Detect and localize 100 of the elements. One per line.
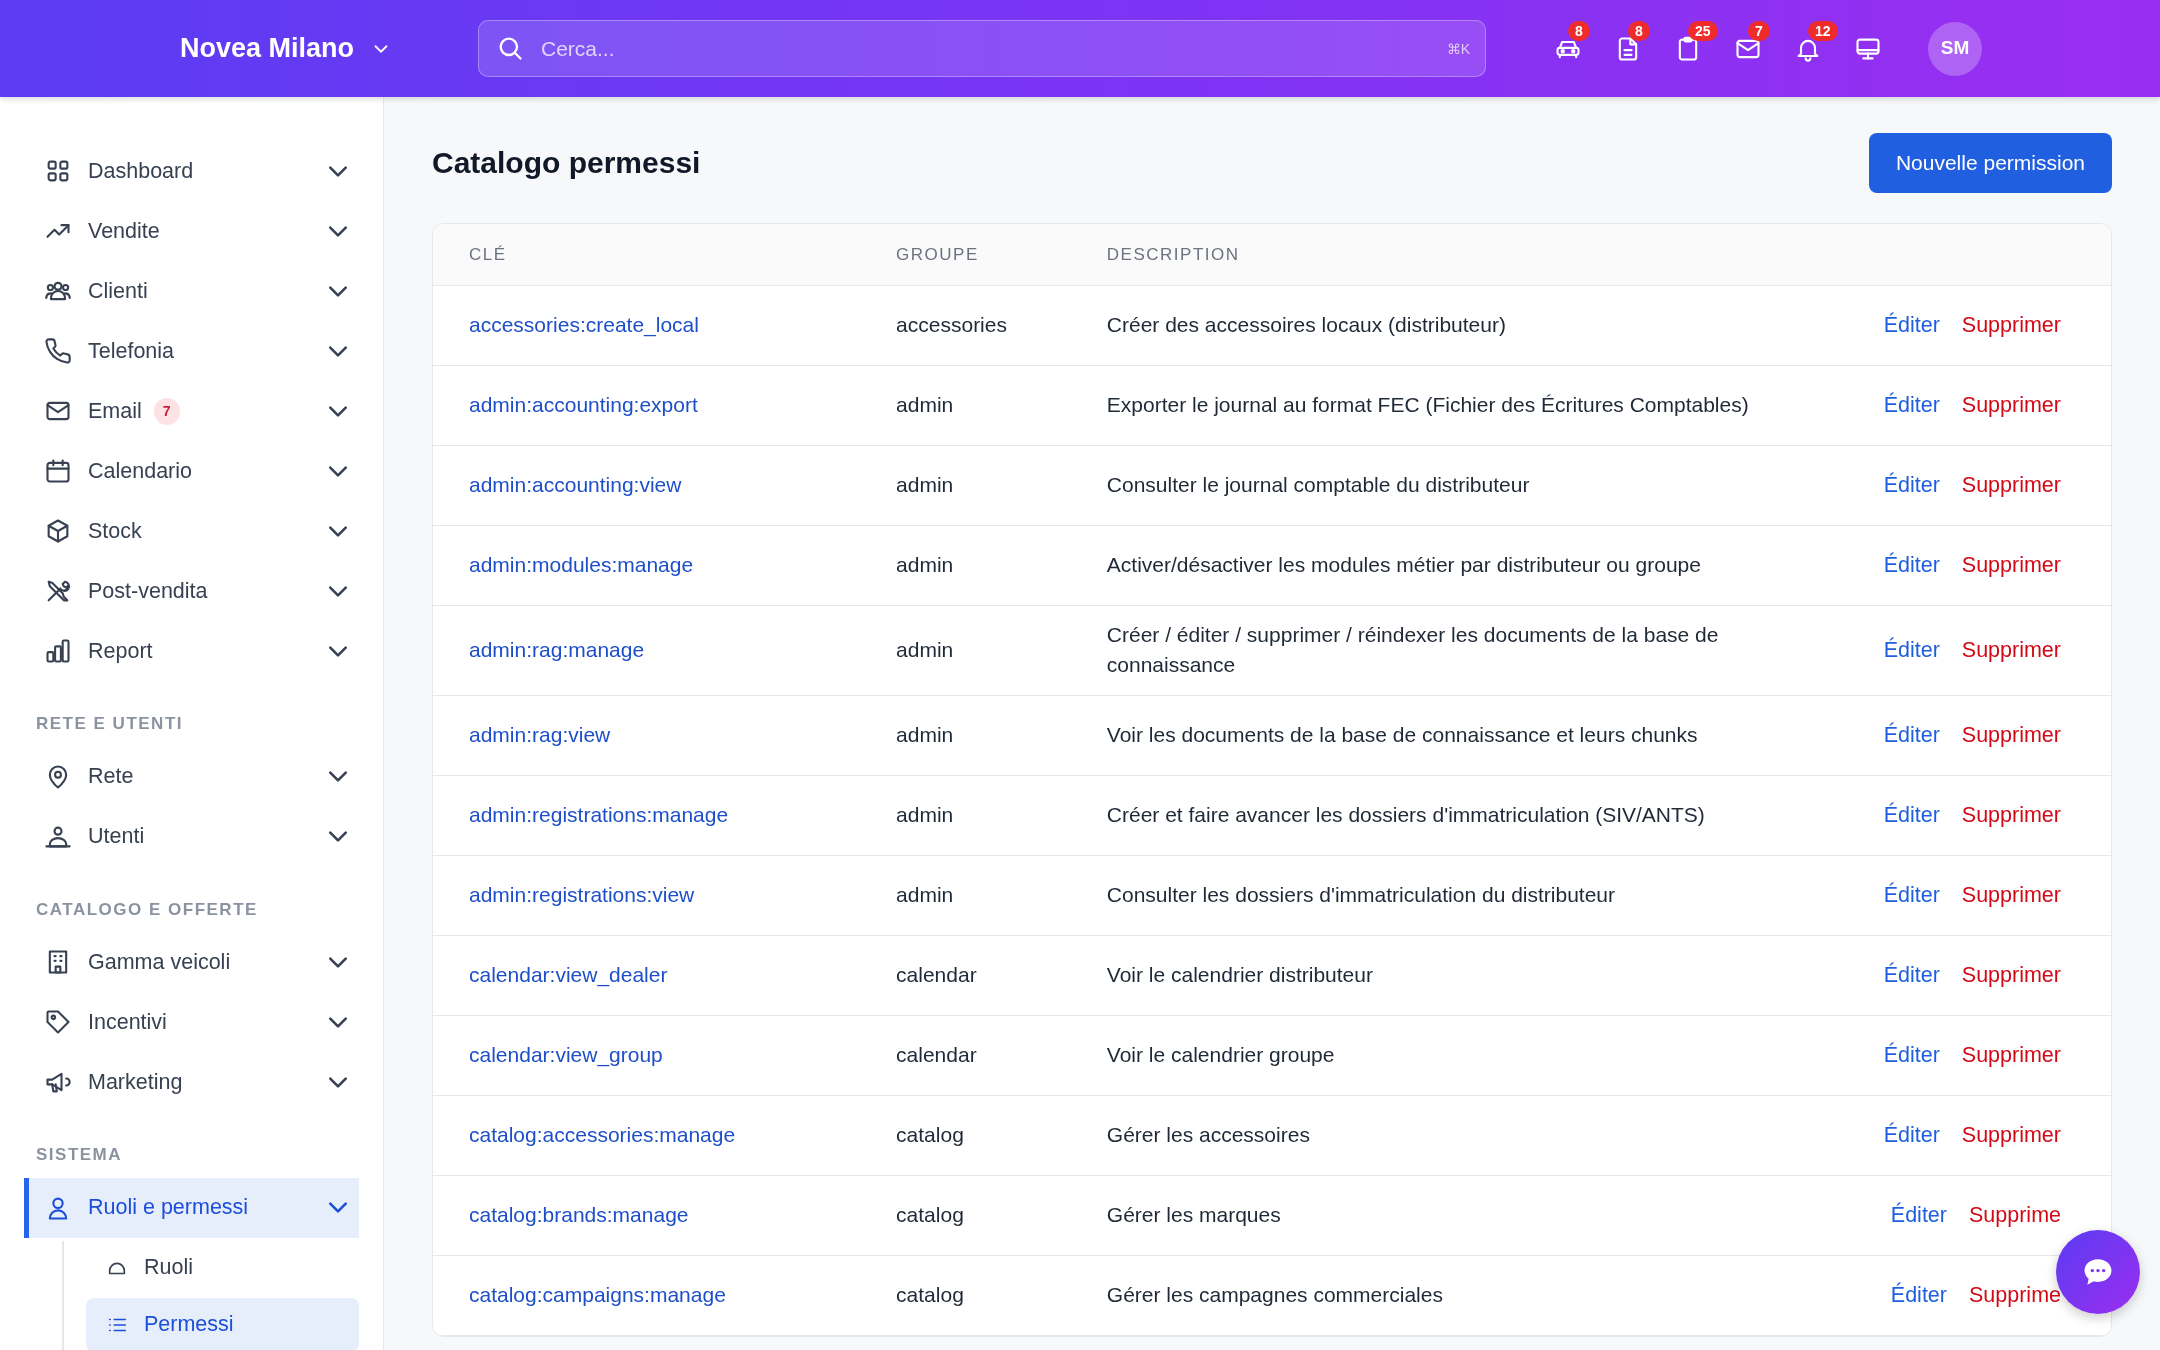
description-cell: Gérer les marques xyxy=(1070,1175,1826,1256)
notification-badge: 7 xyxy=(1748,20,1770,42)
delete-link[interactable]: Supprimer xyxy=(1961,802,2061,827)
chevron-down-icon xyxy=(329,225,347,237)
sidebar-item[interactable]: Ruoli e permessi xyxy=(24,1177,359,1238)
edit-link[interactable]: Éditer xyxy=(1883,962,1940,987)
description-cell: Activer/désactiver les modules métier par distributeur ou groupe xyxy=(1070,525,1826,606)
permission-key: admin:accounting:view xyxy=(433,445,861,526)
count-badge: 7 xyxy=(153,397,180,425)
group-cell: admin xyxy=(860,855,1071,936)
delete-link[interactable]: Supprimer xyxy=(1961,392,2061,417)
chevron-down-icon xyxy=(329,1016,347,1028)
edit-link[interactable]: Éditer xyxy=(1883,637,1940,662)
sidebar-item[interactable]: Report xyxy=(24,621,359,681)
permission-key: admin:modules:manage xyxy=(433,525,861,606)
chevron-down-icon xyxy=(329,1076,347,1088)
edit-link[interactable]: Éditer xyxy=(1883,1122,1940,1147)
header-icon-button[interactable]: 8 xyxy=(1598,18,1658,79)
permission-key: catalog:accessories:manage xyxy=(433,1095,861,1176)
delete-link[interactable]: Supprimer xyxy=(1961,312,2061,337)
chevron-down-icon xyxy=(329,771,347,782)
group-cell: admin xyxy=(860,605,1071,696)
phone-icon xyxy=(44,337,72,365)
edit-link[interactable]: Éditer xyxy=(1883,312,1940,337)
header-icon-button[interactable]: 8 xyxy=(1538,18,1598,79)
delete-link[interactable]: Supprimer xyxy=(1961,722,2061,747)
sidebar-item[interactable]: Telefonia xyxy=(24,321,359,381)
notification-badge: 8 xyxy=(1628,20,1650,42)
edit-link[interactable]: Éditer xyxy=(1883,472,1940,497)
sidebar-item[interactable]: Utenti xyxy=(24,806,359,867)
permission-key: calendar:view_group xyxy=(433,1015,861,1096)
description-cell: Voir les documents de la base de connaissance et leurs chunks xyxy=(1070,695,1826,776)
header-icon-button[interactable]: 12 xyxy=(1778,18,1838,79)
sidebar-item[interactable]: Vendite xyxy=(24,201,359,261)
section-heading: RETE E UTENTI xyxy=(35,713,184,735)
sidebar-item[interactable]: Email 7 xyxy=(24,381,359,441)
group-cell: admin xyxy=(860,445,1071,526)
group-cell: catalog xyxy=(860,1255,1071,1336)
edit-link[interactable]: Éditer xyxy=(1883,802,1940,827)
edit-link[interactable]: Éditer xyxy=(1883,1042,1940,1067)
delete-link[interactable]: Supprimer xyxy=(1961,552,2061,577)
sidebar-item[interactable]: Dashboard xyxy=(24,141,359,201)
chevron-down-icon xyxy=(329,1202,347,1213)
description-cell: Gérer les accessoires xyxy=(1070,1095,1826,1176)
header-icon-button[interactable]: 25 xyxy=(1658,18,1718,79)
sidebar-item[interactable]: Post-vendita xyxy=(24,561,359,621)
column-header: GROUPE xyxy=(860,223,1071,286)
column-header: CLÉ xyxy=(433,223,861,286)
chevron-down-icon xyxy=(329,525,347,537)
permission-key: admin:rag:manage xyxy=(433,605,861,696)
chevron-down-icon xyxy=(329,956,347,968)
sidebar-item[interactable]: Stock xyxy=(24,501,359,561)
edit-link[interactable]: Éditer xyxy=(1890,1202,1947,1227)
sidebar-item[interactable]: Marketing xyxy=(24,1052,359,1112)
edit-link[interactable]: Éditer xyxy=(1883,882,1940,907)
edit-link[interactable]: Éditer xyxy=(1883,552,1940,577)
delete-link[interactable]: Supprimer xyxy=(1961,882,2061,907)
permission-key: calendar:view_dealer xyxy=(433,935,861,1016)
header-icon-button[interactable]: 7 xyxy=(1718,18,1778,79)
section-heading: CATALOGO E OFFERTE xyxy=(35,898,259,921)
chevron-down-icon xyxy=(329,165,347,177)
group-cell: admin xyxy=(860,365,1071,446)
permission-key: admin:rag:view xyxy=(433,695,861,776)
sidebar-subitem[interactable]: Permessi xyxy=(86,1297,359,1350)
description-cell: Créer et faire avancer les dossiers d'immatriculation (SIV/ANTS) xyxy=(1070,775,1826,856)
sidebar-item[interactable]: Incentivi xyxy=(24,992,359,1052)
sidebar-item[interactable]: Gamma veicoli xyxy=(24,932,359,992)
delete-link[interactable]: Supprimer xyxy=(1961,637,2061,662)
delete-link[interactable]: Supprime xyxy=(1969,1202,2061,1227)
new-permission-button[interactable]: Nouvelle permission xyxy=(1868,133,2112,193)
delete-link[interactable]: Supprimer xyxy=(1961,1042,2061,1067)
chevron-down-icon xyxy=(329,405,347,417)
delete-link[interactable]: Supprimer xyxy=(1961,1122,2061,1147)
sidebar-item[interactable]: Calendario xyxy=(24,441,359,501)
sidebar-item[interactable]: Clienti xyxy=(24,261,359,321)
permission-key: admin:registrations:manage xyxy=(433,775,861,856)
user-avatar[interactable]: SM xyxy=(1928,21,1982,76)
description-cell: Créer des accessoires locaux (distributeur) xyxy=(1070,285,1826,366)
edit-link[interactable]: Éditer xyxy=(1883,392,1940,417)
edit-link[interactable]: Éditer xyxy=(1890,1282,1947,1307)
sidebar-item[interactable]: Rete xyxy=(24,746,359,807)
delete-link[interactable]: Supprime xyxy=(1969,1282,2061,1307)
page-title: Catalogo permessi xyxy=(432,144,701,181)
edit-link[interactable]: Éditer xyxy=(1883,722,1940,747)
permission-key: catalog:campaigns:manage xyxy=(433,1255,861,1336)
chevron-down-icon xyxy=(329,465,347,477)
chevron-down-icon xyxy=(329,285,347,297)
notification-badge: 8 xyxy=(1568,20,1590,42)
sidebar-subitem[interactable]: Ruoli xyxy=(86,1240,359,1295)
delete-link[interactable]: Supprimer xyxy=(1961,962,2061,987)
group-cell: admin xyxy=(860,775,1071,856)
brand-name: Novea Milano xyxy=(180,32,355,66)
description-cell: Consulter les dossiers d'immatriculation du distributeur xyxy=(1070,855,1826,936)
description-cell: Consulter le journal comptable du distributeur xyxy=(1070,445,1826,526)
delete-link[interactable]: Supprimer xyxy=(1961,472,2061,497)
group-cell: admin xyxy=(860,525,1071,606)
permission-key: catalog:brands:manage xyxy=(433,1175,861,1256)
section-heading: SISTEMA xyxy=(35,1144,124,1166)
description-cell: Exporter le journal au format FEC (Fichier des Écritures Comptables) xyxy=(1070,365,1826,446)
chevron-down-icon xyxy=(329,831,347,842)
